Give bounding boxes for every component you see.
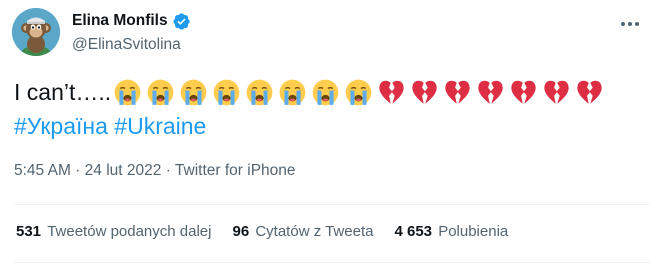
tweet-text: I can’t….. #Україна #Ukraine — [14, 75, 654, 141]
retweets-count: 531 — [16, 223, 42, 240]
tweet-time[interactable]: 5:45 AM — [14, 162, 71, 179]
more-dot-icon — [621, 22, 625, 26]
avatar[interactable] — [12, 8, 60, 56]
hashtag-ukraina[interactable]: #Україна — [14, 113, 108, 139]
tweet-meta: 5:45 AM · 24 lut 2022 · Twitter for iPho… — [14, 162, 296, 180]
tweet-source[interactable]: Twitter for iPhone — [175, 162, 296, 179]
broken-heart-icon — [509, 78, 538, 107]
meta-separator: · — [165, 162, 171, 179]
meta-separator: · — [75, 162, 81, 179]
broken-heart-icon — [443, 78, 472, 107]
author-display-name[interactable]: Elina Monfils — [72, 12, 168, 30]
broken-heart-icon — [542, 78, 571, 107]
hashtag-ukraine[interactable]: #Ukraine — [114, 113, 206, 139]
likes-count: 4 653 — [394, 223, 433, 240]
broken-heart-icon — [476, 78, 505, 107]
retweets-label: Tweetów podanych dalej — [47, 223, 212, 240]
quotes-label: Cytatów z Tweeta — [255, 223, 374, 240]
loudly-crying-face-icon — [245, 78, 274, 107]
broken-heart-icon — [377, 78, 406, 107]
likes-stat[interactable]: 4 653 Polubienia — [394, 223, 508, 240]
tweet-stats: 531 Tweetów podanych dalej 96 Cytatów z … — [16, 223, 508, 240]
loudly-crying-face-icon — [146, 78, 175, 107]
loudly-crying-face-icon — [311, 78, 340, 107]
author-handle[interactable]: @ElinaSvitolina — [72, 36, 191, 54]
more-dot-icon — [628, 22, 632, 26]
retweets-stat[interactable]: 531 Tweetów podanych dalej — [16, 223, 211, 240]
loudly-crying-face-icon — [212, 78, 241, 107]
broken-heart-icon — [410, 78, 439, 107]
divider — [14, 204, 650, 205]
loudly-crying-face-icon — [278, 78, 307, 107]
loudly-crying-face-icon — [113, 78, 142, 107]
likes-label: Polubienia — [438, 223, 509, 240]
monkey-avatar-icon — [12, 8, 60, 56]
more-dot-icon — [635, 22, 639, 26]
loudly-crying-face-icon — [344, 78, 373, 107]
tweet-text-prefix: I can’t….. — [14, 79, 112, 105]
divider — [14, 262, 650, 263]
more-options-button[interactable] — [616, 10, 644, 38]
quotes-stat[interactable]: 96 Cytatów z Tweeta — [232, 223, 373, 240]
tweet-date[interactable]: 24 lut 2022 — [85, 162, 162, 179]
emoji-row — [113, 78, 608, 107]
verified-badge-icon — [172, 12, 191, 31]
quotes-count: 96 — [232, 223, 250, 240]
broken-heart-icon — [575, 78, 604, 107]
loudly-crying-face-icon — [179, 78, 208, 107]
